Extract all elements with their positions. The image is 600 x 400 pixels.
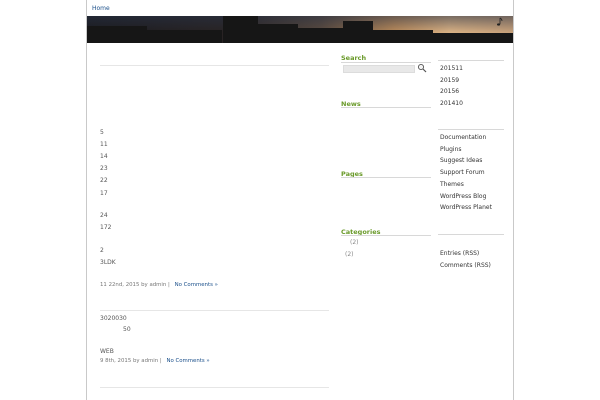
post-line: 3020030 xyxy=(100,315,127,322)
rss-link[interactable]: Comments (RSS) xyxy=(440,262,491,269)
building-silhouette xyxy=(87,26,147,43)
archive-link[interactable]: 201410 xyxy=(440,100,463,107)
category-count[interactable]: (2) xyxy=(350,239,359,246)
comments-link[interactable]: No Comments » xyxy=(166,358,209,364)
search-heading: Search xyxy=(341,54,367,62)
post-line: 24 xyxy=(100,212,108,219)
post-line: 17 xyxy=(100,190,108,197)
comments-link[interactable]: No Comments » xyxy=(175,282,218,288)
sidebar-link[interactable]: WordPress Planet xyxy=(440,204,492,211)
sidebar-link[interactable]: Themes xyxy=(440,181,464,188)
building-silhouette xyxy=(258,24,298,43)
building-silhouette xyxy=(223,16,258,43)
post-line: 11 xyxy=(100,141,108,148)
post-line: 2 xyxy=(100,247,104,254)
archive-link[interactable]: 20156 xyxy=(440,88,459,95)
post-date-author: 11 22nd, 2015 by admin | xyxy=(100,282,170,288)
heading-underline xyxy=(341,235,431,236)
building-silhouette xyxy=(298,28,343,43)
sidebar-link[interactable]: Support Forum xyxy=(440,169,485,176)
post-meta: 9 8th, 2015 by admin | No Comments » xyxy=(100,358,210,364)
building-silhouette xyxy=(433,33,513,43)
header-banner xyxy=(87,16,513,43)
archive-link[interactable]: 201511 xyxy=(440,65,463,72)
widget-divider xyxy=(438,234,504,235)
post-line: 5 xyxy=(100,129,104,136)
heading-underline xyxy=(341,177,431,178)
building-silhouette xyxy=(373,30,433,43)
widget-divider xyxy=(438,60,504,61)
sidebar-link[interactable]: Plugins xyxy=(440,146,462,153)
post-line: 22 xyxy=(100,177,108,184)
post-divider xyxy=(100,65,329,66)
sidebar-link[interactable]: Suggest Ideas xyxy=(440,157,482,164)
rss-link[interactable]: Entries (RSS) xyxy=(440,250,479,257)
post-divider xyxy=(100,310,329,311)
music-note-icon xyxy=(497,17,503,26)
post-line: 50 xyxy=(123,326,131,333)
nav-home-link[interactable]: Home xyxy=(92,5,110,12)
top-nav: Home xyxy=(92,5,110,15)
page-frame: Home 5 11 14 23 22 17 24 172 2 3LDK 11 2… xyxy=(86,0,514,400)
sidebar-link[interactable]: Documentation xyxy=(440,134,486,141)
post-line: 14 xyxy=(100,153,108,160)
category-count[interactable]: (2) xyxy=(345,251,354,258)
widget-divider xyxy=(438,129,504,130)
sidebar-link[interactable]: WordPress Blog xyxy=(440,193,486,200)
post-divider xyxy=(100,387,329,388)
post-line: 3LDK xyxy=(100,259,116,266)
post-date-author: 9 8th, 2015 by admin | xyxy=(100,358,162,364)
post-meta: 11 22nd, 2015 by admin | No Comments » xyxy=(100,282,218,288)
heading-underline xyxy=(341,107,431,108)
building-silhouette xyxy=(343,21,373,43)
archive-link[interactable]: 20159 xyxy=(440,77,459,84)
post-line: 172 xyxy=(100,224,112,231)
search-input[interactable] xyxy=(343,65,415,73)
magnifier-icon[interactable] xyxy=(417,63,427,73)
post-line: 23 xyxy=(100,165,108,172)
building-silhouette xyxy=(142,30,222,43)
post-line: WEB xyxy=(100,348,114,355)
